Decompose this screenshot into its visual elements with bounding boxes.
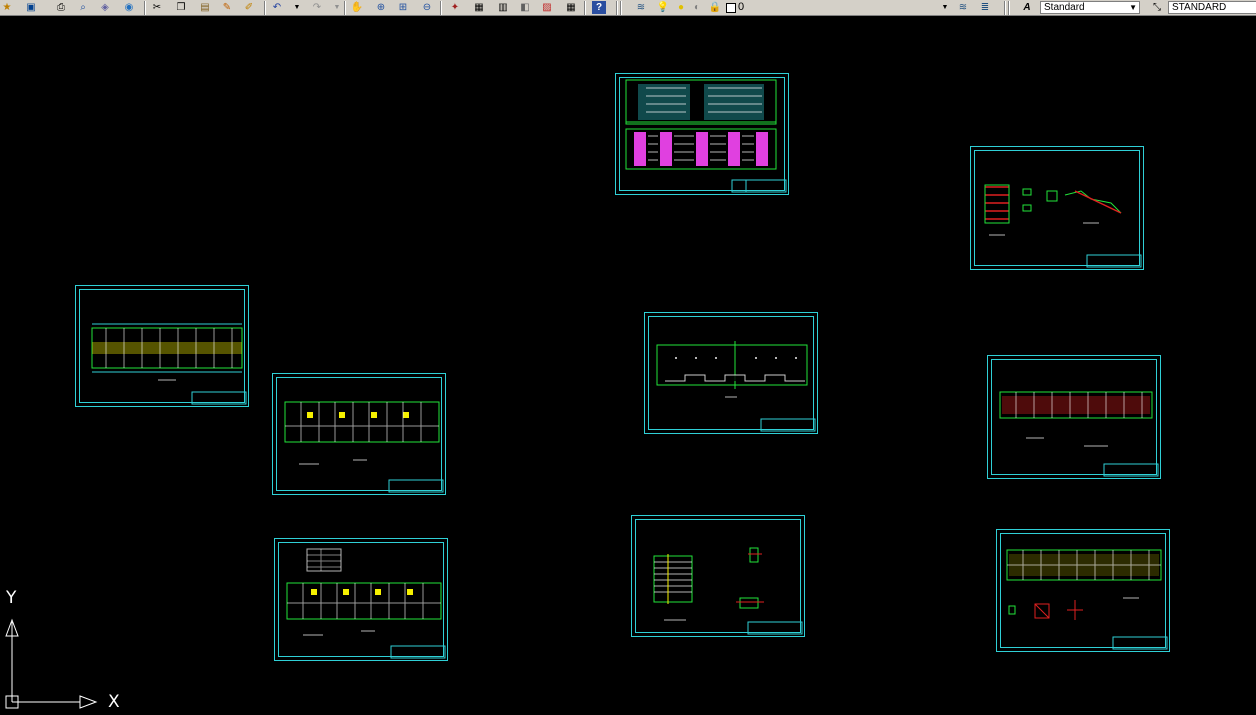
layer-color-icon[interactable]: [724, 1, 738, 14]
layer-on-icon[interactable]: 💡: [656, 1, 670, 14]
drawing-sheet-details[interactable]: [970, 146, 1144, 270]
block-editor-icon[interactable]: ✐: [242, 1, 256, 14]
calculator-icon[interactable]: ▦: [564, 1, 578, 14]
layer-manager-icon[interactable]: ≋: [634, 1, 648, 14]
drawing-sheet-foundation-plan[interactable]: [996, 529, 1170, 652]
text-style-icon[interactable]: A: [1020, 1, 1034, 14]
drawing-sheet-floor-plan-2[interactable]: [272, 373, 446, 495]
dim-style-value: STANDARD: [1172, 2, 1227, 13]
drawing-sheet-elevations[interactable]: [615, 73, 789, 195]
zoom-previous-icon[interactable]: ⊖: [420, 1, 434, 14]
text-style-dropdown[interactable]: Standard ▼: [1040, 1, 1140, 14]
drawing-sheet-structure-plan[interactable]: [987, 355, 1161, 479]
markup-icon[interactable]: ▨: [540, 1, 554, 14]
sheet-drawing: [999, 391, 1159, 477]
drawing-sheet-section[interactable]: [644, 312, 818, 434]
sheet-drawing: [1006, 549, 1168, 650]
layer-previous-icon[interactable]: ≣: [978, 1, 992, 14]
redo-dropdown-icon[interactable]: ▼: [330, 1, 344, 14]
dim-style-dropdown[interactable]: STANDARD: [1168, 1, 1256, 14]
text-style-value: Standard: [1044, 2, 1085, 13]
zoom-realtime-icon[interactable]: ⊕: [374, 1, 388, 14]
undo-icon[interactable]: ↶: [270, 1, 284, 14]
sheet-drawing: [984, 184, 1142, 268]
layer-dropdown-icon[interactable]: ▼: [938, 1, 952, 14]
save-icon[interactable]: ▣: [24, 1, 38, 14]
match-properties-icon[interactable]: ✎: [220, 1, 234, 14]
sheet-set-icon[interactable]: ◧: [518, 1, 532, 14]
make-layer-current-icon[interactable]: ≋: [956, 1, 970, 14]
drawing-sheet-stair-details[interactable]: [631, 515, 805, 637]
layer-freeze-icon[interactable]: ●: [674, 1, 688, 14]
print-preview-icon[interactable]: ⌕: [76, 1, 90, 14]
ucs-y-label: Y: [6, 588, 17, 608]
zoom-window-icon[interactable]: ⊞: [396, 1, 410, 14]
qnew-icon[interactable]: ★: [0, 1, 14, 14]
redo-icon[interactable]: ↷: [310, 1, 324, 14]
drawing-sheet-floor-plan-3[interactable]: [274, 538, 448, 661]
standard-toolbar: ★ ▣ ⎙ ⌕ ◈ ◉ ✂ ❐ ▤ ✎ ✐ ↶ ▼ ↷ ▼ ✋ ⊕ ⊞ ⊖ ✦ …: [0, 0, 1256, 16]
print-icon[interactable]: ⎙: [54, 1, 68, 14]
dim-style-icon[interactable]: ⤡: [1150, 1, 1164, 14]
sheet-drawing: [286, 548, 446, 659]
properties-icon[interactable]: ✦: [448, 1, 462, 14]
sheet-drawing: [91, 323, 247, 405]
layer-viewport-icon[interactable]: ◐: [690, 1, 704, 14]
sheet-drawing: [284, 401, 444, 493]
sheet-drawing: [653, 547, 803, 635]
sheet-drawing: [656, 341, 816, 432]
cut-icon[interactable]: ✂: [150, 1, 164, 14]
plot-icon[interactable]: ◉: [122, 1, 136, 14]
current-layer-name[interactable]: 0: [738, 1, 744, 14]
publish-icon[interactable]: ◈: [98, 1, 112, 14]
sheet-drawing: [625, 79, 787, 193]
chevron-down-icon: ▼: [1129, 3, 1137, 12]
design-center-icon[interactable]: ▦: [472, 1, 486, 14]
tool-palettes-icon[interactable]: ▥: [496, 1, 510, 14]
drawing-canvas[interactable]: Y X: [0, 16, 1256, 715]
paste-icon[interactable]: ▤: [198, 1, 212, 14]
help-icon[interactable]: ?: [592, 1, 606, 14]
undo-dropdown-icon[interactable]: ▼: [290, 1, 304, 14]
pan-icon[interactable]: ✋: [350, 1, 364, 14]
copy-icon[interactable]: ❐: [174, 1, 188, 14]
drawing-sheet-floor-plan-1[interactable]: [75, 285, 249, 407]
ucs-x-label: X: [108, 692, 120, 712]
layer-lock-icon[interactable]: 🔒: [708, 1, 722, 14]
